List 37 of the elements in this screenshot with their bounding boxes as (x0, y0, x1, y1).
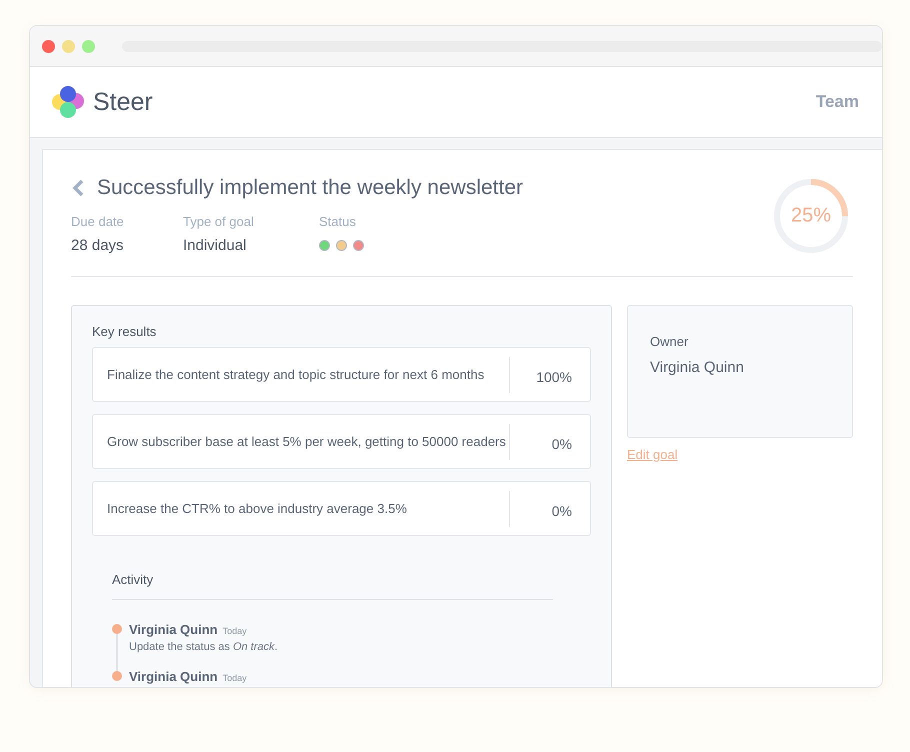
meta-label: Status (319, 214, 357, 229)
owner-name: Virginia Quinn (650, 359, 745, 376)
meta-value: 28 days (71, 237, 125, 254)
minimize-icon[interactable] (62, 40, 75, 52)
close-icon[interactable] (42, 40, 55, 52)
timeline-dot (112, 671, 122, 681)
address-bar[interactable] (122, 40, 882, 52)
status-dot[interactable] (336, 240, 347, 251)
key-result-row[interactable]: Increase the CTR% to above industry average 3.5% 0% (92, 481, 591, 536)
maximize-icon[interactable] (82, 40, 95, 52)
key-result-text: Finalize the content strategy and topic structure for next 6 months (106, 367, 486, 382)
section-title: Activity (112, 572, 553, 600)
key-result-value: 100% (509, 356, 590, 392)
status-dot[interactable] (353, 240, 364, 251)
owner-label: Owner (650, 334, 690, 349)
key-result-row[interactable]: Grow subscriber base at least 5% per week, getting to 50000 readers 0% (92, 414, 591, 469)
meta-label: Type of goal (183, 214, 255, 229)
key-result-text: Grow subscriber base at least 5% per week, getting to 50000 readers (106, 434, 507, 449)
key-result-row[interactable]: Finalize the content strategy and topic structure for next 6 months 100% (92, 347, 591, 402)
back-icon[interactable] (71, 178, 85, 198)
activity-text: Update the status as On track. (129, 641, 279, 653)
activity-author: Virginia Quinn (129, 622, 218, 637)
status-dot[interactable] (319, 240, 330, 251)
key-result-value: 0% (509, 424, 590, 460)
section-title: Key results (92, 324, 158, 339)
meta-label: Due date (71, 214, 125, 229)
activity-time: Today (222, 673, 247, 683)
activity-time: Today (222, 626, 247, 636)
key-result-text: Increase the CTR% to above industry average 3.5% (106, 501, 408, 516)
progress-reading: 25% (790, 204, 832, 228)
meta-value: Individual (183, 237, 248, 254)
timeline-dot (112, 624, 122, 634)
brand-name: Steer (93, 88, 153, 116)
goal-title: Successfully implement the weekly newsletter (97, 176, 524, 200)
logo-icon (51, 85, 85, 119)
key-result-value: 0% (509, 490, 590, 526)
activity-author: Virginia Quinn (129, 669, 218, 684)
